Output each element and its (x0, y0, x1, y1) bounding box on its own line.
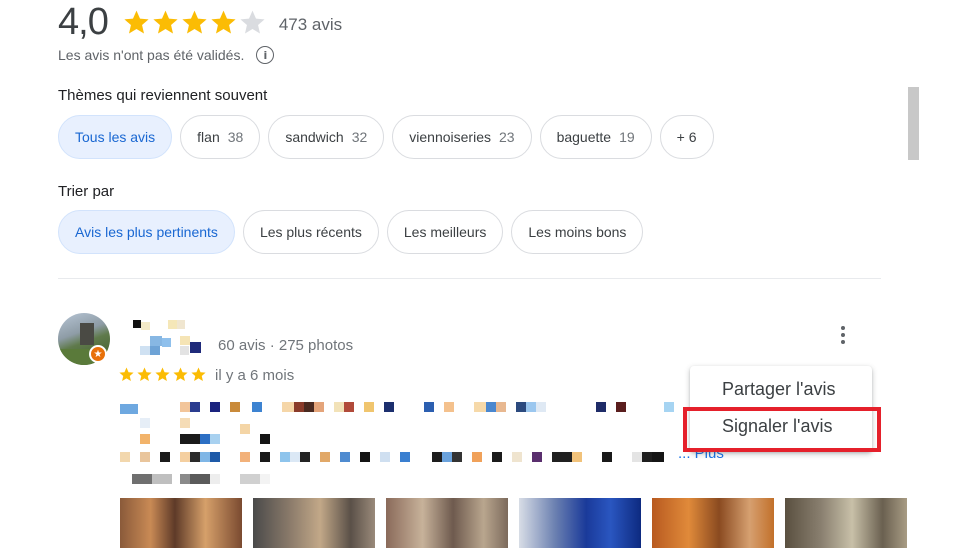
star-filled-icon (191, 367, 206, 381)
topic-chip-sandwich[interactable]: sandwich 32 (268, 115, 385, 159)
star-filled-icon (211, 10, 236, 33)
validation-notice: Les avis n'ont pas été validés. i (58, 46, 275, 64)
chip-label: viennoiseries (409, 129, 491, 145)
more-vert-icon[interactable] (832, 322, 854, 348)
report-highlight-box (683, 407, 881, 452)
chip-label: baguette (556, 129, 612, 145)
review-photo[interactable] (785, 498, 907, 548)
total-review-count: 473 avis (278, 15, 343, 34)
topics-title: Thèmes qui reviennent souvent (58, 87, 268, 104)
chip-label: sandwich (285, 129, 344, 145)
topic-chips: Tous les avis flan 38 sandwich 32 vienno… (58, 115, 714, 159)
sort-chip-relevant[interactable]: Avis les plus pertinents (58, 210, 235, 254)
sort-chip-highest[interactable]: Les meilleurs (386, 210, 504, 254)
topic-chip-viennoiseries[interactable]: viennoiseries 23 (392, 115, 532, 159)
chip-label: Tous les avis (75, 129, 156, 145)
validation-notice-text: Les avis n'ont pas été validés. (58, 47, 245, 63)
local-guide-badge-icon: ★ (89, 345, 107, 363)
sort-chip-lowest[interactable]: Les moins bons (511, 210, 644, 254)
review-date: il y a 6 mois (215, 367, 295, 384)
star-filled-icon (153, 10, 178, 33)
scrollbar-thumb[interactable] (908, 87, 919, 160)
menu-item-share-review[interactable]: Partager l'avis (722, 379, 835, 400)
chip-label: Les plus récents (259, 224, 362, 240)
star-filled-icon (155, 367, 170, 381)
chip-count: 32 (351, 129, 368, 145)
chip-count: 19 (619, 129, 635, 145)
star-filled-icon (124, 10, 149, 33)
rating-score: 4,0 (58, 1, 109, 43)
star-empty-icon (240, 10, 265, 33)
chip-label: + 6 (676, 129, 697, 145)
rating-summary: 4,0 473 avis (58, 0, 342, 44)
review-photo[interactable] (519, 498, 641, 548)
sort-chips: Avis les plus pertinents Les plus récent… (58, 210, 644, 254)
star-filled-icon (173, 367, 188, 381)
chip-label: flan (197, 129, 220, 145)
chip-label: Les moins bons (528, 224, 627, 240)
topic-chip-baguette[interactable]: baguette 19 (539, 115, 652, 159)
star-filled-icon (182, 10, 207, 33)
sort-chip-newest[interactable]: Les plus récents (242, 210, 379, 254)
star-filled-icon (119, 367, 134, 381)
review-photo[interactable] (386, 498, 508, 548)
rating-stars (122, 8, 267, 37)
avatar-figure (80, 323, 94, 345)
review-photo[interactable] (120, 498, 242, 548)
chip-count: 38 (227, 129, 244, 145)
review-stars (118, 366, 207, 383)
star-filled-icon (137, 367, 152, 381)
sort-title: Trier par (58, 183, 115, 200)
info-icon[interactable]: i (256, 46, 275, 64)
topic-chip-all[interactable]: Tous les avis (58, 115, 173, 159)
chip-count: 23 (498, 129, 515, 145)
review-photo[interactable] (253, 498, 375, 548)
review-photos (120, 498, 907, 548)
topic-chip-more[interactable]: + 6 (659, 115, 714, 159)
chip-label: Avis les plus pertinents (75, 224, 218, 240)
reviewer-meta: 60 avis · 275 photos (218, 337, 354, 354)
review-photo[interactable] (652, 498, 774, 548)
section-divider (58, 278, 881, 279)
topic-chip-flan[interactable]: flan 38 (180, 115, 261, 159)
chip-label: Les meilleurs (403, 224, 487, 240)
